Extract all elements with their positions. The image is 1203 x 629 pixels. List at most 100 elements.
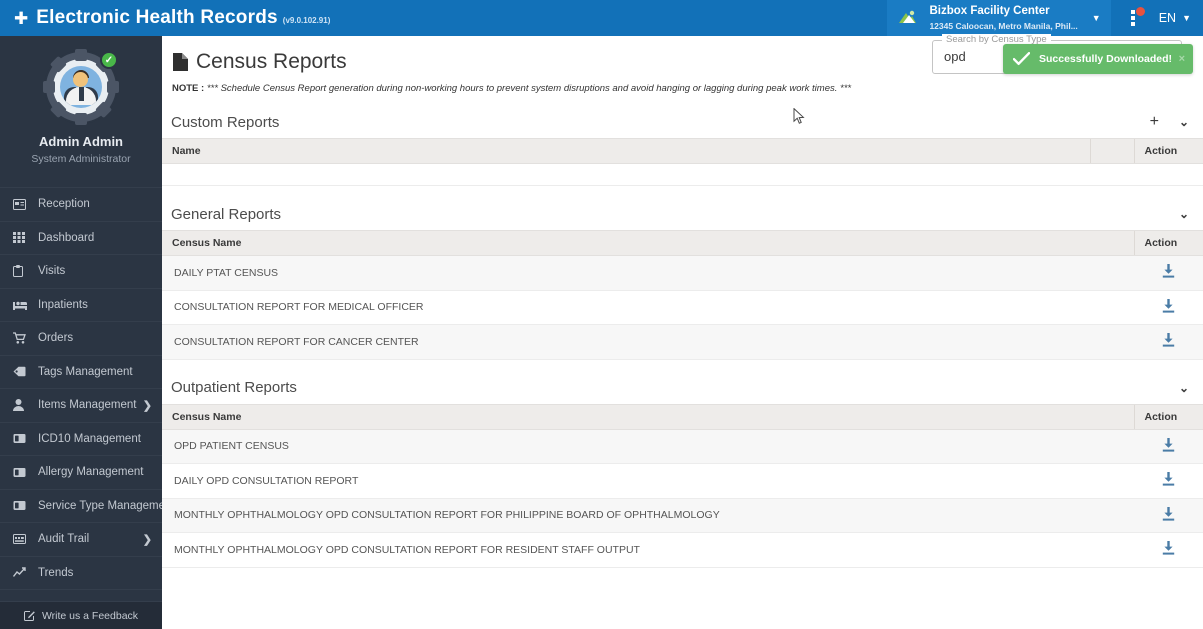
table-row[interactable]: CONSULTATION REPORT FOR CANCER CENTER — [162, 324, 1203, 360]
feedback-button[interactable]: Write us a Feedback — [0, 601, 162, 629]
search-input[interactable]: opd — [944, 49, 966, 64]
language-selector[interactable]: EN ▼ — [1155, 11, 1203, 25]
chart-line-icon — [13, 567, 31, 578]
sidebar-item-label: Visits — [38, 265, 66, 278]
book-icon — [13, 467, 31, 478]
main-content: Census Reports NOTE : *** Schedule Censu… — [162, 36, 1203, 629]
document-icon — [172, 52, 189, 72]
download-icon[interactable] — [1162, 333, 1175, 347]
sidebar-nav: Reception Dashboard Visits Inpatients Or… — [0, 187, 162, 599]
sidebar-item-partial[interactable] — [0, 589, 162, 599]
book-icon — [13, 433, 31, 444]
facility-selector[interactable]: Bizbox Facility Center 12345 Caloocan, M… — [887, 0, 1111, 36]
download-action-cell[interactable] — [1134, 498, 1203, 533]
sidebar-item-orders[interactable]: Orders — [0, 321, 162, 355]
page-note: NOTE : *** Schedule Census Report genera… — [162, 74, 1203, 94]
list-icon — [13, 534, 31, 545]
sidebar-item-audit-trail[interactable]: Audit Trail ❯ — [0, 522, 162, 556]
note-text: *** Schedule Census Report generation du… — [206, 83, 852, 94]
page-title: Census Reports — [196, 50, 347, 73]
report-name: OPD PATIENT CENSUS — [162, 429, 1134, 464]
table-row[interactable]: OPD PATIENT CENSUS — [162, 429, 1203, 464]
download-action-cell[interactable] — [1134, 290, 1203, 325]
note-label: NOTE : — [172, 83, 205, 94]
column-header-census-name: Census Name — [162, 230, 1134, 256]
facility-name: Bizbox Facility Center — [929, 4, 1050, 17]
user-role: System Administrator — [31, 153, 131, 165]
column-header-spacer — [1089, 138, 1134, 164]
collapse-toggle-icon[interactable]: ⌄ — [1179, 381, 1189, 395]
table-row[interactable]: CONSULTATION REPORT FOR MEDICAL OFFICER — [162, 290, 1203, 325]
report-name: DAILY OPD CONSULTATION REPORT — [162, 463, 1134, 499]
edit-square-icon — [23, 610, 35, 621]
sidebar-item-label: Tags Management — [38, 365, 133, 378]
sidebar-item-label: Allergy Management — [38, 466, 144, 479]
book-icon — [13, 500, 31, 511]
download-action-cell[interactable] — [1134, 429, 1203, 464]
app-version: (v9.0.102.91) — [282, 16, 331, 25]
grid-icon — [13, 232, 31, 244]
sidebar-item-label: Items Management — [38, 399, 137, 412]
column-header-action: Action — [1133, 403, 1203, 430]
sidebar-item-label: ICD10 Management — [38, 432, 141, 445]
sidebar-item-allergy-management[interactable]: Allergy Management — [0, 455, 162, 489]
table-row[interactable]: MONTHLY OPHTHALMOLOGY OPD CONSULTATION R… — [162, 498, 1203, 533]
download-icon[interactable] — [1162, 472, 1175, 486]
download-action-cell[interactable] — [1134, 324, 1203, 360]
outpatient-reports-table: Census Name Action OPD PATIENT CENSUS DA… — [162, 403, 1203, 568]
sidebar-item-tags-management[interactable]: Tags Management — [0, 354, 162, 389]
sidebar: ✓ Admin Admin System Administrator Recep… — [0, 36, 162, 629]
user-profile: ✓ Admin Admin System Administrator — [0, 36, 162, 177]
table-header-row: Name Action — [162, 138, 1203, 164]
download-action-cell[interactable] — [1134, 463, 1203, 499]
collapse-toggle-icon[interactable]: ⌄ — [1179, 207, 1189, 221]
report-name: DAILY PTAT CENSUS — [162, 255, 1134, 291]
more-menu-button[interactable] — [1111, 0, 1155, 36]
download-action-cell[interactable] — [1134, 255, 1203, 291]
table-header-row: Census Name Action — [162, 230, 1203, 256]
empty-row — [162, 163, 1203, 186]
download-icon[interactable] — [1162, 541, 1175, 555]
language-label: EN — [1158, 11, 1177, 25]
sidebar-item-label: Trends — [38, 566, 74, 579]
general-reports-body: DAILY PTAT CENSUS CONSULTATION REPORT FO… — [162, 255, 1203, 360]
sidebar-item-visits[interactable]: Visits — [0, 254, 162, 288]
report-name: CONSULTATION REPORT FOR CANCER CENTER — [162, 324, 1134, 360]
close-icon[interactable]: × — [1179, 53, 1185, 65]
column-header-action: Action — [1133, 230, 1203, 256]
avatar[interactable]: ✓ — [43, 49, 119, 125]
more-vertical-icon — [1130, 10, 1135, 26]
mouse-cursor — [793, 107, 805, 125]
general-reports-table: Census Name Action DAILY PTAT CENSUS CON… — [162, 230, 1203, 360]
tag-icon — [13, 366, 31, 377]
plus-icon: ✚ — [14, 9, 29, 28]
download-icon[interactable] — [1162, 264, 1175, 278]
download-icon[interactable] — [1162, 437, 1175, 452]
top-bar: ✚ Electronic Health Records (v9.0.102.91… — [0, 0, 1203, 36]
sidebar-item-reception[interactable]: Reception — [0, 187, 162, 221]
app-title: Electronic Health Records — [36, 7, 278, 28]
bed-icon — [13, 300, 31, 310]
outpatient-reports-body: OPD PATIENT CENSUS DAILY OPD CONSULTATIO… — [162, 429, 1203, 568]
collapse-toggle-icon[interactable]: ⌄ — [1179, 115, 1189, 129]
sidebar-item-trends[interactable]: Trends — [0, 555, 162, 590]
table-row[interactable]: DAILY PTAT CENSUS — [162, 255, 1203, 291]
table-row[interactable]: DAILY OPD CONSULTATION REPORT — [162, 463, 1203, 499]
sidebar-item-items-management[interactable]: Items Management ❯ — [0, 388, 162, 422]
check-icon — [1013, 52, 1030, 66]
sidebar-item-icd10-management[interactable]: ICD10 Management — [0, 421, 162, 456]
download-icon[interactable] — [1162, 298, 1175, 313]
table-row[interactable]: MONTHLY OPHTHALMOLOGY OPD CONSULTATION R… — [162, 532, 1203, 568]
download-icon[interactable] — [1162, 506, 1175, 521]
chevron-down-icon[interactable]: ▼ — [1092, 13, 1101, 23]
sidebar-item-inpatients[interactable]: Inpatients — [0, 287, 162, 322]
download-action-cell[interactable] — [1134, 532, 1203, 568]
sidebar-item-label: Inpatients — [38, 298, 88, 311]
sidebar-item-label: Service Type Management — [38, 499, 162, 512]
add-custom-report-button[interactable]: + — [1150, 114, 1159, 130]
sidebar-item-label: Dashboard — [38, 231, 95, 244]
sidebar-item-service-type-management[interactable]: Service Type Management — [0, 488, 162, 523]
chevron-right-icon[interactable]: ❯ — [143, 399, 152, 412]
sidebar-item-dashboard[interactable]: Dashboard — [0, 220, 162, 255]
chevron-right-icon[interactable]: ❯ — [143, 533, 152, 546]
